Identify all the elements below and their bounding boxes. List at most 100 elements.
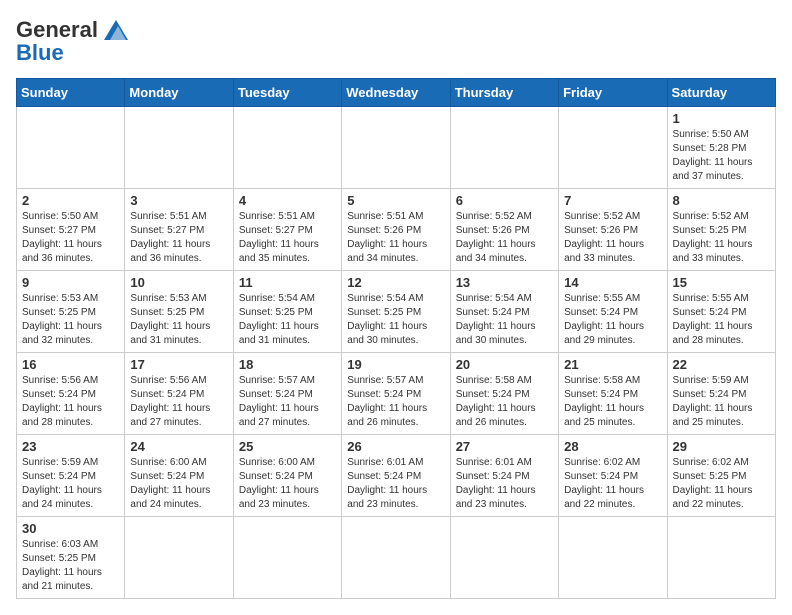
calendar-cell — [342, 517, 450, 599]
day-info: Sunrise: 5:54 AM Sunset: 5:25 PM Dayligh… — [239, 292, 336, 348]
calendar-cell: 2 Sunrise: 5:50 AM Sunset: 5:27 PM Daylig… — [17, 189, 125, 271]
calendar: SundayMondayTuesdayWednesdayThursdayFrid… — [16, 78, 776, 599]
day-info: Sunrise: 5:54 AM Sunset: 5:25 PM Dayligh… — [347, 292, 444, 348]
day-number: 12 — [347, 275, 444, 290]
day-number: 20 — [456, 357, 553, 372]
calendar-cell: 20 Sunrise: 5:58 AM Sunset: 5:24 PM Dayli… — [450, 353, 558, 435]
day-number: 24 — [130, 439, 227, 454]
calendar-cell: 15 Sunrise: 5:55 AM Sunset: 5:24 PM Dayli… — [667, 271, 775, 353]
calendar-cell: 4 Sunrise: 5:51 AM Sunset: 5:27 PM Daylig… — [233, 189, 341, 271]
day-number: 9 — [22, 275, 119, 290]
calendar-cell: 30 Sunrise: 6:03 AM Sunset: 5:25 PM Dayli… — [17, 517, 125, 599]
week-row-2: 9 Sunrise: 5:53 AM Sunset: 5:25 PM Daylig… — [17, 271, 776, 353]
day-number: 25 — [239, 439, 336, 454]
day-info: Sunrise: 5:58 AM Sunset: 5:24 PM Dayligh… — [456, 374, 553, 430]
day-info: Sunrise: 5:52 AM Sunset: 5:26 PM Dayligh… — [456, 210, 553, 266]
calendar-cell: 8 Sunrise: 5:52 AM Sunset: 5:25 PM Daylig… — [667, 189, 775, 271]
calendar-cell: 26Sunrise: 6:01 AM Sunset: 5:24 PM Dayli… — [342, 435, 450, 517]
day-number: 8 — [673, 193, 770, 208]
weekday-header-wednesday: Wednesday — [342, 79, 450, 107]
week-row-3: 16Sunrise: 5:56 AM Sunset: 5:24 PM Dayli… — [17, 353, 776, 435]
calendar-cell: 24 Sunrise: 6:00 AM Sunset: 5:24 PM Dayli… — [125, 435, 233, 517]
day-number: 23 — [22, 439, 119, 454]
calendar-cell: 3Sunrise: 5:51 AM Sunset: 5:27 PM Daylig… — [125, 189, 233, 271]
calendar-cell — [342, 107, 450, 189]
calendar-cell: 21Sunrise: 5:58 AM Sunset: 5:24 PM Dayli… — [559, 353, 667, 435]
weekday-header-row: SundayMondayTuesdayWednesdayThursdayFrid… — [17, 79, 776, 107]
calendar-cell: 23Sunrise: 5:59 AM Sunset: 5:24 PM Dayli… — [17, 435, 125, 517]
week-row-1: 2 Sunrise: 5:50 AM Sunset: 5:27 PM Daylig… — [17, 189, 776, 271]
calendar-cell: 5 Sunrise: 5:51 AM Sunset: 5:26 PM Daylig… — [342, 189, 450, 271]
week-row-5: 30 Sunrise: 6:03 AM Sunset: 5:25 PM Dayli… — [17, 517, 776, 599]
day-info: Sunrise: 5:58 AM Sunset: 5:24 PM Dayligh… — [564, 374, 661, 430]
calendar-cell — [450, 107, 558, 189]
header: General Blue — [16, 16, 776, 66]
calendar-cell: 19 Sunrise: 5:57 AM Sunset: 5:24 PM Dayli… — [342, 353, 450, 435]
day-number: 1 — [673, 111, 770, 126]
day-number: 18 — [239, 357, 336, 372]
calendar-cell — [233, 107, 341, 189]
day-info: Sunrise: 5:57 AM Sunset: 5:24 PM Dayligh… — [347, 374, 444, 430]
weekday-header-thursday: Thursday — [450, 79, 558, 107]
day-number: 15 — [673, 275, 770, 290]
day-info: Sunrise: 6:03 AM Sunset: 5:25 PM Dayligh… — [22, 538, 119, 594]
day-number: 30 — [22, 521, 119, 536]
calendar-cell — [17, 107, 125, 189]
calendar-cell: 17Sunrise: 5:56 AM Sunset: 5:24 PM Dayli… — [125, 353, 233, 435]
calendar-cell: 1Sunrise: 5:50 AM Sunset: 5:28 PM Daylig… — [667, 107, 775, 189]
day-info: Sunrise: 5:56 AM Sunset: 5:24 PM Dayligh… — [22, 374, 119, 430]
day-info: Sunrise: 5:52 AM Sunset: 5:25 PM Dayligh… — [673, 210, 770, 266]
day-number: 14 — [564, 275, 661, 290]
day-info: Sunrise: 5:51 AM Sunset: 5:27 PM Dayligh… — [239, 210, 336, 266]
weekday-header-saturday: Saturday — [667, 79, 775, 107]
day-info: Sunrise: 5:55 AM Sunset: 5:24 PM Dayligh… — [564, 292, 661, 348]
calendar-cell: 6 Sunrise: 5:52 AM Sunset: 5:26 PM Daylig… — [450, 189, 558, 271]
day-info: Sunrise: 5:51 AM Sunset: 5:26 PM Dayligh… — [347, 210, 444, 266]
calendar-cell: 10Sunrise: 5:53 AM Sunset: 5:25 PM Dayli… — [125, 271, 233, 353]
day-number: 13 — [456, 275, 553, 290]
week-row-4: 23Sunrise: 5:59 AM Sunset: 5:24 PM Dayli… — [17, 435, 776, 517]
week-row-0: 1Sunrise: 5:50 AM Sunset: 5:28 PM Daylig… — [17, 107, 776, 189]
day-info: Sunrise: 5:57 AM Sunset: 5:24 PM Dayligh… — [239, 374, 336, 430]
day-number: 28 — [564, 439, 661, 454]
day-info: Sunrise: 5:50 AM Sunset: 5:27 PM Dayligh… — [22, 210, 119, 266]
calendar-cell: 11Sunrise: 5:54 AM Sunset: 5:25 PM Dayli… — [233, 271, 341, 353]
calendar-cell: 27Sunrise: 6:01 AM Sunset: 5:24 PM Dayli… — [450, 435, 558, 517]
calendar-cell: 14 Sunrise: 5:55 AM Sunset: 5:24 PM Dayli… — [559, 271, 667, 353]
calendar-cell — [559, 517, 667, 599]
calendar-cell — [559, 107, 667, 189]
day-number: 27 — [456, 439, 553, 454]
day-number: 5 — [347, 193, 444, 208]
calendar-cell: 28 Sunrise: 6:02 AM Sunset: 5:24 PM Dayli… — [559, 435, 667, 517]
day-info: Sunrise: 6:00 AM Sunset: 5:24 PM Dayligh… — [130, 456, 227, 512]
day-number: 29 — [673, 439, 770, 454]
day-number: 2 — [22, 193, 119, 208]
calendar-cell: 22 Sunrise: 5:59 AM Sunset: 5:24 PM Dayli… — [667, 353, 775, 435]
weekday-header-friday: Friday — [559, 79, 667, 107]
day-info: Sunrise: 5:52 AM Sunset: 5:26 PM Dayligh… — [564, 210, 661, 266]
calendar-cell: 9 Sunrise: 5:53 AM Sunset: 5:25 PM Daylig… — [17, 271, 125, 353]
day-number: 7 — [564, 193, 661, 208]
day-info: Sunrise: 6:02 AM Sunset: 5:24 PM Dayligh… — [564, 456, 661, 512]
weekday-header-tuesday: Tuesday — [233, 79, 341, 107]
weekday-header-monday: Monday — [125, 79, 233, 107]
logo-blue-icon — [100, 16, 132, 44]
day-info: Sunrise: 5:55 AM Sunset: 5:24 PM Dayligh… — [673, 292, 770, 348]
day-number: 4 — [239, 193, 336, 208]
day-info: Sunrise: 6:01 AM Sunset: 5:24 PM Dayligh… — [347, 456, 444, 512]
day-info: Sunrise: 5:51 AM Sunset: 5:27 PM Dayligh… — [130, 210, 227, 266]
day-info: Sunrise: 5:53 AM Sunset: 5:25 PM Dayligh… — [22, 292, 119, 348]
day-number: 6 — [456, 193, 553, 208]
day-number: 19 — [347, 357, 444, 372]
day-info: Sunrise: 5:59 AM Sunset: 5:24 PM Dayligh… — [673, 374, 770, 430]
calendar-cell — [233, 517, 341, 599]
calendar-cell: 16Sunrise: 5:56 AM Sunset: 5:24 PM Dayli… — [17, 353, 125, 435]
calendar-cell: 18 Sunrise: 5:57 AM Sunset: 5:24 PM Dayli… — [233, 353, 341, 435]
logo: General Blue — [16, 16, 132, 66]
weekday-header-sunday: Sunday — [17, 79, 125, 107]
calendar-cell — [125, 517, 233, 599]
logo-blue-text: Blue — [16, 40, 64, 66]
day-number: 22 — [673, 357, 770, 372]
calendar-cell — [667, 517, 775, 599]
calendar-cell — [125, 107, 233, 189]
